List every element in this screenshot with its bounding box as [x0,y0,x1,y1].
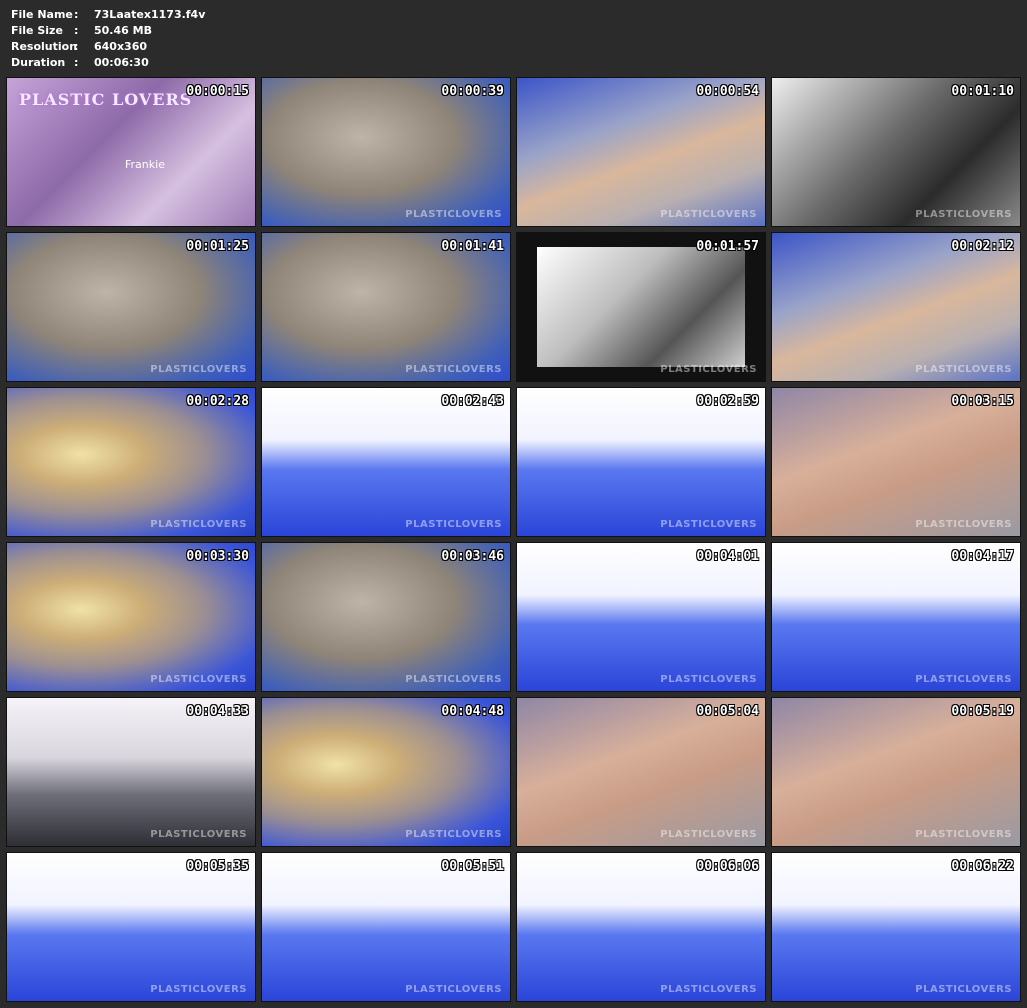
thumbnail: PLASTICLOVERS 00:02:28 [6,387,256,537]
timestamp: 00:05:35 [186,859,249,874]
timestamp: 00:01:41 [441,239,504,254]
timestamp: 00:04:01 [696,549,759,564]
thumbnail-frame-image [537,247,745,367]
thumbnail: PLASTICLOVERS 00:03:46 [261,542,511,692]
watermark: PLASTICLOVERS [660,364,757,375]
thumbnail: PLASTICLOVERS 00:01:57 [516,232,766,382]
timestamp: 00:06:22 [951,859,1014,874]
timestamp: 00:00:54 [696,84,759,99]
duration-row: Duration : 00:06:30 [11,55,205,71]
thumbnail: PLASTICLOVERS 00:02:43 [261,387,511,537]
thumbnail: PLASTIC LOVERS Frankie 00:00:15 [6,77,256,227]
timestamp: 00:02:28 [186,394,249,409]
timestamp: 00:02:43 [441,394,504,409]
separator: : [74,56,79,69]
watermark: PLASTICLOVERS [150,364,247,375]
file-name-row: File Name : 73Laatex1173.f4v [11,7,205,23]
timestamp: 00:04:48 [441,704,504,719]
separator: : [74,24,79,37]
timestamp: 00:01:57 [696,239,759,254]
watermark: PLASTICLOVERS [915,674,1012,685]
thumbnail: PLASTICLOVERS 00:01:25 [6,232,256,382]
thumbnail: PLASTICLOVERS 00:04:33 [6,697,256,847]
watermark: PLASTICLOVERS [405,209,502,220]
separator: : [74,8,79,21]
thumbnail: PLASTICLOVERS 00:00:39 [261,77,511,227]
watermark: PLASTICLOVERS [660,519,757,530]
timestamp: 00:05:19 [951,704,1014,719]
thumbnail: PLASTICLOVERS 00:06:06 [516,852,766,1002]
timestamp: 00:05:51 [441,859,504,874]
watermark: PLASTICLOVERS [660,984,757,995]
file-name-label: File Name [11,8,73,21]
timestamp: 00:03:15 [951,394,1014,409]
thumbnail: PLASTICLOVERS 00:05:35 [6,852,256,1002]
watermark: PLASTICLOVERS [915,984,1012,995]
thumbnail: PLASTICLOVERS 00:05:19 [771,697,1021,847]
timestamp: 00:00:39 [441,84,504,99]
thumbnail: PLASTICLOVERS 00:00:54 [516,77,766,227]
file-size-value: 50.46 MB [94,24,152,37]
thumbnail: PLASTICLOVERS 00:04:17 [771,542,1021,692]
thumbnail: PLASTICLOVERS 00:05:04 [516,697,766,847]
file-size-row: File Size : 50.46 MB [11,23,205,39]
thumbnail: PLASTICLOVERS 00:05:51 [261,852,511,1002]
thumbnail: PLASTICLOVERS 00:04:01 [516,542,766,692]
thumbnail: PLASTICLOVERS 00:02:12 [771,232,1021,382]
watermark: PLASTICLOVERS [915,519,1012,530]
file-size-label: File Size [11,24,63,37]
timestamp: 00:03:46 [441,549,504,564]
resolution-value: 640x360 [94,40,148,53]
watermark: PLASTICLOVERS [405,829,502,840]
timestamp: 00:04:33 [186,704,249,719]
separator: : [74,40,79,53]
watermark: PLASTICLOVERS [915,829,1012,840]
thumbnail: PLASTICLOVERS 00:03:15 [771,387,1021,537]
timestamp: 00:05:04 [696,704,759,719]
thumbnail: PLASTICLOVERS 00:06:22 [771,852,1021,1002]
timestamp: 00:01:10 [951,84,1014,99]
file-metadata: File Name : 73Laatex1173.f4v File Size :… [11,7,205,71]
duration-value: 00:06:30 [94,56,149,69]
thumbnail: PLASTICLOVERS 00:03:30 [6,542,256,692]
thumbnail: PLASTICLOVERS 00:02:59 [516,387,766,537]
watermark: PLASTICLOVERS [660,829,757,840]
timestamp: 00:06:06 [696,859,759,874]
thumbnail-grid: PLASTIC LOVERS Frankie 00:00:15 PLASTICLOVE… [6,77,1021,1002]
watermark: PLASTICLOVERS [150,829,247,840]
timestamp: 00:02:12 [951,239,1014,254]
duration-label: Duration [11,56,66,69]
thumbnail: PLASTICLOVERS 00:01:10 [771,77,1021,227]
watermark: PLASTICLOVERS [150,674,247,685]
resolution-label: Resolution [11,40,78,53]
watermark: PLASTICLOVERS [405,984,502,995]
brand-logo: PLASTIC LOVERS [19,90,193,109]
watermark: PLASTICLOVERS [915,364,1012,375]
watermark: PLASTICLOVERS [405,674,502,685]
timestamp: 00:03:30 [186,549,249,564]
watermark: PLASTICLOVERS [150,984,247,995]
watermark: PLASTICLOVERS [915,209,1012,220]
resolution-row: Resolution : 640x360 [11,39,205,55]
performer-caption: Frankie [125,158,165,171]
watermark: PLASTICLOVERS [405,519,502,530]
thumbnail: PLASTICLOVERS 00:04:48 [261,697,511,847]
watermark: PLASTICLOVERS [405,364,502,375]
watermark: PLASTICLOVERS [660,674,757,685]
thumbnail: PLASTICLOVERS 00:01:41 [261,232,511,382]
watermark: PLASTICLOVERS [150,519,247,530]
watermark: PLASTICLOVERS [660,209,757,220]
timestamp: 00:04:17 [951,549,1014,564]
timestamp: 00:02:59 [696,394,759,409]
file-name-value: 73Laatex1173.f4v [94,8,206,21]
timestamp: 00:00:15 [186,84,249,99]
timestamp: 00:01:25 [186,239,249,254]
